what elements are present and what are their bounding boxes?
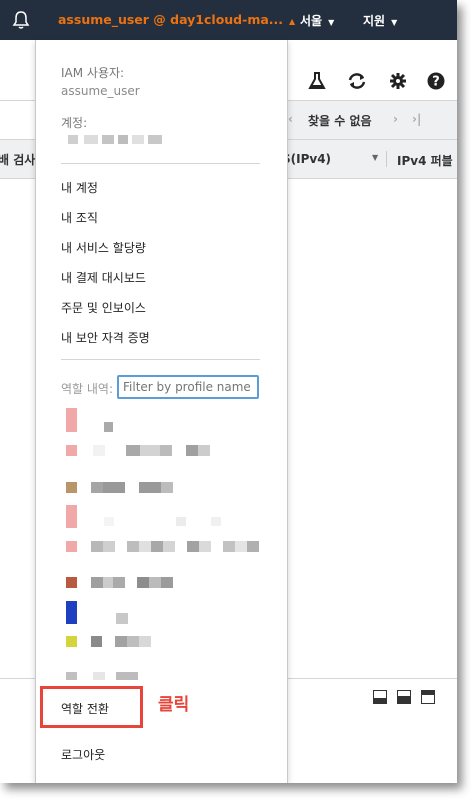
region-label: 서울 [300, 14, 323, 28]
menu-item-my-account[interactable]: 내 계정 [61, 179, 98, 196]
refresh-icon[interactable] [347, 72, 367, 90]
menu-item-orders-invoices[interactable]: 주문 및 인보이스 [61, 299, 146, 316]
menu-item-service-quotas[interactable]: 내 서비스 할당량 [61, 239, 146, 256]
flask-icon[interactable] [308, 72, 326, 90]
click-annotation: 클릭 [158, 695, 190, 715]
role-history-label: 역할 내역: [61, 382, 114, 396]
layout-bottom-icon[interactable] [373, 690, 387, 704]
console-window: assume_user @ day1cloud-ma... ▲ 서울 ▼ 지원 ▼ 배… [0, 0, 457, 783]
caret-up-icon: ▲ [289, 17, 296, 26]
column-header-health-check: 배 검사 [0, 153, 36, 167]
top-nav-bar: assume_user @ day1cloud-ma... ▲ 서울 ▼ 지원 ▼ [0, 0, 457, 40]
pagination-status: 찾을 수 없음 [308, 114, 372, 128]
next-page-icon[interactable]: › [393, 112, 398, 126]
account-label: assume_user @ day1cloud-ma... [58, 12, 284, 27]
prev-page-icon[interactable]: ‹ [288, 112, 293, 126]
left-search-strip [0, 100, 35, 140]
last-page-icon[interactable]: ›| [412, 112, 421, 126]
switch-role-menu-item[interactable]: 역할 전환 [61, 700, 109, 717]
account-id-label: 계정: [61, 116, 88, 130]
table-column-header: S(IPv4) ▼ IPv4 퍼블 [282, 140, 457, 179]
switch-role-highlight[interactable]: 역할 전환 [40, 686, 143, 728]
column-divider [386, 151, 387, 167]
menu-divider [61, 359, 260, 360]
column-header-dns-ipv4[interactable]: S(IPv4) [282, 152, 331, 166]
menu-divider [61, 163, 260, 164]
support-menu-button[interactable]: 지원 ▼ [363, 12, 397, 29]
chevron-down-icon: ▼ [328, 18, 335, 27]
menu-item-my-organization[interactable]: 내 조직 [61, 209, 98, 226]
sort-caret-icon[interactable]: ▼ [372, 153, 378, 162]
gear-icon[interactable] [389, 72, 407, 90]
region-menu-button[interactable]: 서울 ▼ [300, 12, 334, 29]
menu-item-billing-dashboard[interactable]: 내 결제 대시보드 [61, 269, 146, 286]
role-filter-input[interactable] [117, 375, 259, 399]
pagination-bar: ‹ 찾을 수 없음 › ›| [286, 100, 457, 140]
account-menu-button[interactable]: assume_user @ day1cloud-ma... ▲ [58, 12, 295, 27]
column-header-ipv4-public[interactable]: IPv4 퍼블 [397, 152, 453, 169]
chevron-down-icon: ▼ [391, 18, 398, 27]
logout-menu-item[interactable]: 로그아웃 [61, 746, 105, 763]
support-label: 지원 [363, 14, 386, 28]
bell-icon[interactable] [12, 10, 30, 30]
help-icon[interactable]: ? [427, 72, 445, 90]
iam-user-label: IAM 사용자: [61, 66, 125, 80]
iam-user-value: assume_user [61, 84, 140, 98]
left-column-header: 배 검사 [0, 140, 35, 179]
layout-top-icon[interactable] [421, 690, 435, 704]
layout-split-icon[interactable] [397, 690, 411, 704]
account-dropdown-menu: IAM 사용자: assume_user 계정: 내 계정 내 조직 내 서비스… [35, 40, 288, 783]
svg-text:?: ? [432, 75, 440, 90]
menu-item-security-credentials[interactable]: 내 보안 자격 증명 [61, 329, 150, 346]
